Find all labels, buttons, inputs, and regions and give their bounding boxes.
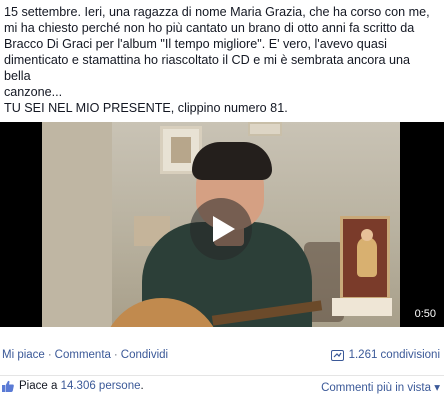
shares-count-label: 1.261 condivisioni [348,349,440,361]
comments-sort-dropdown[interactable]: Commenti più in vista ▾ [321,380,440,394]
play-button[interactable] [190,198,252,260]
post-text-line: canzone... [4,85,63,99]
like-link[interactable]: Mi piace [2,349,45,361]
comments-sort-label: Commenti più in vista [321,382,432,394]
post-text-line: dimenticato e stamattina ho riascoltato … [4,53,410,83]
post-text-line: TU SEI NEL MIO PRESENTE, clippino numero… [4,101,288,115]
comment-link[interactable]: Commenta [55,349,111,361]
likes-count-link[interactable]: 14.306 persone [61,380,141,392]
scene-picture-frame [248,122,282,136]
post-actions-bar: Mi piace · Commenta · Condividi 1.261 condiv… [0,336,444,376]
likes-suffix: . [140,380,144,392]
scene-wall [42,122,112,327]
post-text-line: mi ha chiesto perché non ho più cantato … [4,21,415,35]
separator: · [47,349,52,361]
likes-prefix: Piace a [19,380,58,392]
scene-painting [340,216,390,300]
post-text-line: 15 settembre. Ieri, una ragazza di nome … [4,5,430,19]
post-actions: Mi piace · Commenta · Condividi [2,349,168,361]
likes-summary: Piace a 14.306 persone. [2,380,144,392]
scene-person-hair [192,142,272,180]
video-duration: 0:50 [414,308,436,320]
play-icon [212,216,235,242]
post-text: 15 settembre. Ieri, una ragazza di nome … [4,4,440,116]
thumbs-up-icon [2,380,14,392]
shares-count[interactable]: 1.261 condivisioni [330,349,440,361]
scene-book [332,298,392,316]
share-icon [330,349,344,361]
share-link[interactable]: Condividi [121,349,168,361]
chevron-down-icon: ▾ [434,382,440,394]
post-text-line: Bracco Di Graci per l'album "Il tempo mi… [4,37,387,51]
separator: · [113,349,118,361]
